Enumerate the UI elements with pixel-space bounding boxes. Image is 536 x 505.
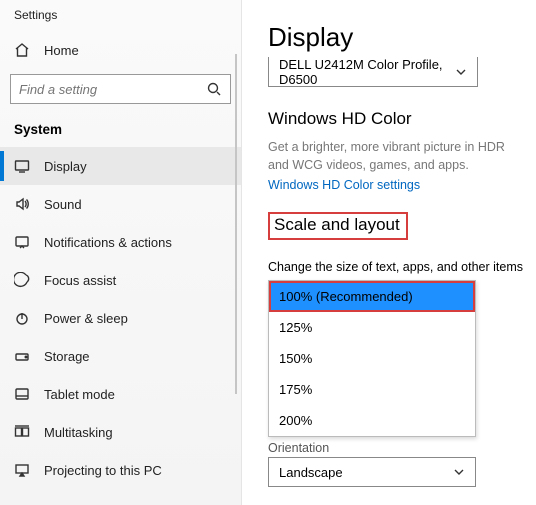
sidebar-home-label: Home bbox=[44, 43, 79, 58]
main-content: Display DELL U2412M Color Profile, D6500… bbox=[242, 0, 536, 505]
orientation-section: Orientation Landscape bbox=[268, 441, 536, 487]
chevron-down-icon bbox=[451, 464, 467, 480]
home-icon bbox=[14, 42, 30, 58]
scale-option-100[interactable]: 100% (Recommended) bbox=[269, 281, 475, 312]
hd-color-heading: Windows HD Color bbox=[268, 109, 536, 129]
multitasking-icon bbox=[14, 424, 30, 440]
search-container bbox=[0, 68, 241, 116]
hd-color-settings-link[interactable]: Windows HD Color settings bbox=[268, 178, 536, 192]
hd-color-section: Windows HD Color Get a brighter, more vi… bbox=[268, 109, 536, 192]
sidebar-item-label: Notifications & actions bbox=[44, 235, 172, 250]
sidebar-item-label: Focus assist bbox=[44, 273, 116, 288]
search-input[interactable] bbox=[11, 82, 230, 97]
orientation-value: Landscape bbox=[279, 465, 343, 480]
settings-sidebar: Settings Home System Display bbox=[0, 0, 242, 505]
sidebar-category: System bbox=[0, 116, 241, 147]
scale-option-200[interactable]: 200% bbox=[269, 405, 475, 436]
scale-option-125[interactable]: 125% bbox=[269, 312, 475, 343]
page-title: Display bbox=[268, 22, 536, 53]
search-icon bbox=[206, 81, 222, 97]
scale-dropdown-list[interactable]: 100% (Recommended) 125% 150% 175% 200% bbox=[268, 280, 476, 437]
chevron-down-icon bbox=[453, 64, 469, 80]
sidebar-item-label: Tablet mode bbox=[44, 387, 115, 402]
sidebar-item-power-sleep[interactable]: Power & sleep bbox=[0, 299, 241, 337]
sidebar-item-label: Multitasking bbox=[44, 425, 113, 440]
search-box[interactable] bbox=[10, 74, 231, 104]
sidebar-item-label: Sound bbox=[44, 197, 82, 212]
tablet-icon bbox=[14, 386, 30, 402]
window-title: Settings bbox=[0, 0, 241, 32]
sidebar-item-notifications[interactable]: Notifications & actions bbox=[0, 223, 241, 261]
color-profile-dropdown[interactable]: DELL U2412M Color Profile, D6500 bbox=[268, 57, 478, 87]
storage-icon bbox=[14, 348, 30, 364]
scale-label: Change the size of text, apps, and other… bbox=[268, 260, 536, 274]
sidebar-item-multitasking[interactable]: Multitasking bbox=[0, 413, 241, 451]
scale-layout-heading: Scale and layout bbox=[268, 212, 408, 240]
sidebar-home[interactable]: Home bbox=[0, 32, 241, 68]
color-profile-value: DELL U2412M Color Profile, D6500 bbox=[279, 57, 447, 87]
sidebar-item-storage[interactable]: Storage bbox=[0, 337, 241, 375]
sound-icon bbox=[14, 196, 30, 212]
scale-option-150[interactable]: 150% bbox=[269, 343, 475, 374]
sidebar-item-label: Storage bbox=[44, 349, 90, 364]
sidebar-item-label: Projecting to this PC bbox=[44, 463, 162, 478]
power-icon bbox=[14, 310, 30, 326]
projecting-icon bbox=[14, 462, 30, 478]
orientation-dropdown[interactable]: Landscape bbox=[268, 457, 476, 487]
sidebar-item-label: Power & sleep bbox=[44, 311, 128, 326]
sidebar-item-tablet-mode[interactable]: Tablet mode bbox=[0, 375, 241, 413]
display-icon bbox=[14, 158, 30, 174]
hd-color-desc: Get a brighter, more vibrant picture in … bbox=[268, 139, 528, 174]
sidebar-item-sound[interactable]: Sound bbox=[0, 185, 241, 223]
sidebar-item-focus-assist[interactable]: Focus assist bbox=[0, 261, 241, 299]
scale-option-175[interactable]: 175% bbox=[269, 374, 475, 405]
notifications-icon bbox=[14, 234, 30, 250]
orientation-label: Orientation bbox=[268, 441, 536, 455]
scale-layout-section: Scale and layout Change the size of text… bbox=[268, 212, 536, 437]
sidebar-item-label: Display bbox=[44, 159, 87, 174]
sidebar-nav: Display Sound Notifications & actions Fo… bbox=[0, 147, 241, 489]
sidebar-item-display[interactable]: Display bbox=[0, 147, 241, 185]
focus-assist-icon bbox=[14, 272, 30, 288]
sidebar-item-projecting[interactable]: Projecting to this PC bbox=[0, 451, 241, 489]
